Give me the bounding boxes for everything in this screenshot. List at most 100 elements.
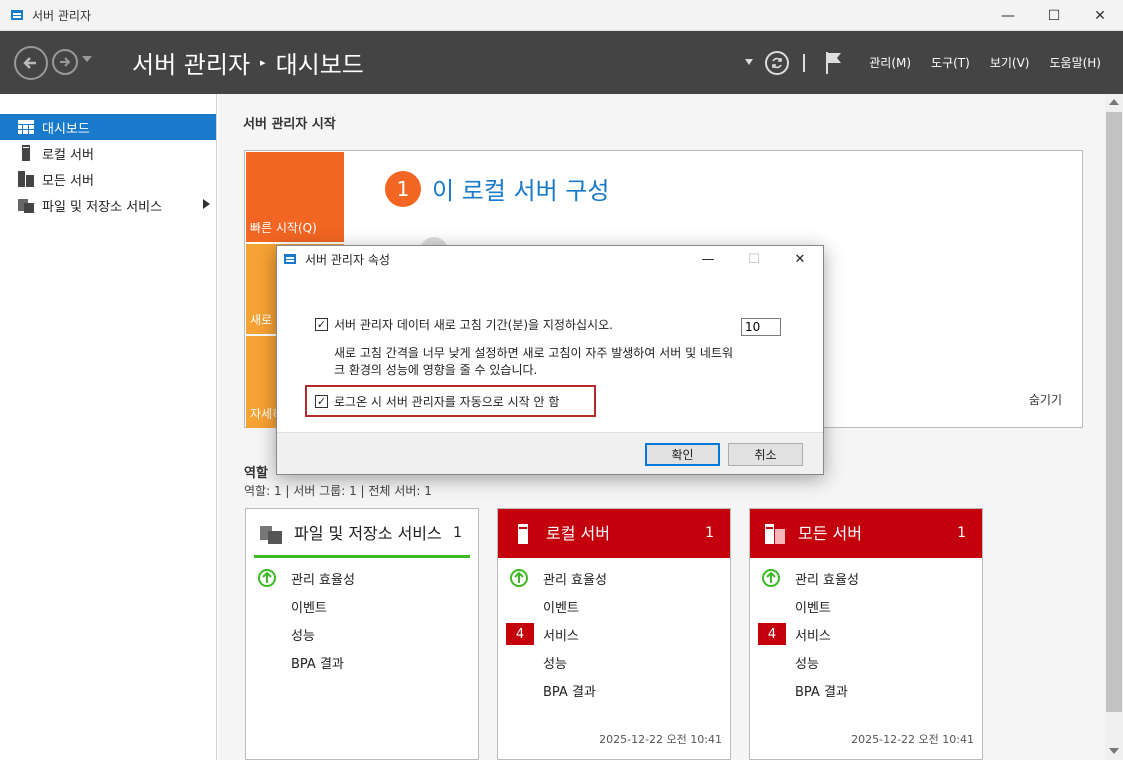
status-ok-icon: [258, 569, 276, 587]
configure-local-server-link[interactable]: 이 로컬 서버 구성: [432, 171, 609, 206]
card-count: 1: [957, 525, 966, 541]
forward-button[interactable]: [52, 49, 78, 75]
refresh-period-label: 서버 관리자 데이터 새로 고침 기간(분)을 지정하십시오.: [334, 318, 613, 332]
sidebar-item-dashboard[interactable]: 대시보드: [0, 114, 216, 140]
dialog-body: ✓ 서버 관리자 데이터 새로 고침 기간(분)을 지정하십시오. 새로 고침 …: [277, 272, 823, 432]
whats-new-label: 새로: [250, 313, 273, 327]
refresh-period-option[interactable]: ✓ 서버 관리자 데이터 새로 고침 기간(분)을 지정하십시오.: [315, 316, 613, 333]
roles-stats: 역할: 1 | 서버 그룹: 1 | 전체 서버: 1: [244, 484, 432, 498]
server-card-local-server[interactable]: 로컬 서버 1 관리 효율성 이벤트 4 서비스 성능 BPA 결과 2025-…: [497, 508, 731, 760]
status-ok-icon: [762, 569, 780, 587]
menu-manage[interactable]: 관리(M): [869, 54, 911, 71]
refresh-description: 새로 고침 간격을 너무 낮게 설정하면 새로 고침이 자주 발생하여 서버 및…: [334, 346, 734, 377]
card-row-label: 서비스: [543, 628, 579, 644]
close-button[interactable]: ✕: [1077, 0, 1123, 31]
card-row-label: BPA 결과: [543, 684, 596, 700]
properties-dialog: 서버 관리자 속성 — ☐ ✕ ✓ 서버 관리자 데이터 새로 고침 기간(분)…: [276, 245, 824, 475]
expand-arrow-icon[interactable]: [203, 198, 210, 212]
card-header[interactable]: 파일 및 저장소 서비스 1: [246, 509, 478, 558]
card-row-bpa[interactable]: BPA 결과: [246, 648, 478, 676]
server-icon: [18, 145, 34, 161]
card-row-label: 관리 효율성: [543, 572, 607, 588]
card-rows: 관리 효율성 이벤트 4 서비스 성능 BPA 결과: [750, 558, 982, 704]
card-row-label: 성능: [795, 656, 819, 672]
no-autostart-option[interactable]: ✓ 로그온 시 서버 관리자를 자동으로 시작 안 함: [315, 393, 559, 410]
card-row-manageability[interactable]: 관리 효율성: [750, 564, 982, 592]
ok-button[interactable]: 확인: [645, 443, 720, 466]
scroll-up-icon[interactable]: [1109, 98, 1119, 107]
servers-icon: [764, 523, 786, 545]
sidebar-item-all-servers[interactable]: 모든 서버: [0, 166, 216, 192]
refresh-icon: [772, 57, 783, 68]
card-row-events[interactable]: 이벤트: [750, 592, 982, 620]
card-row-performance[interactable]: 성능: [246, 620, 478, 648]
card-row-services[interactable]: 4 서비스: [498, 620, 730, 648]
menu-view[interactable]: 보기(V): [990, 54, 1030, 71]
card-header[interactable]: 모든 서버 1: [750, 509, 982, 558]
menu-help[interactable]: 도움말(H): [1049, 54, 1101, 71]
refresh-period-checkbox[interactable]: ✓: [315, 318, 328, 331]
card-count: 1: [453, 525, 462, 541]
card-status-bar: [254, 555, 470, 558]
menu-tools[interactable]: 도구(T): [931, 54, 970, 71]
dialog-close-button[interactable]: ✕: [777, 246, 823, 272]
server-icon: [512, 523, 534, 545]
server-manager-app-icon: [11, 10, 23, 20]
card-row-performance[interactable]: 성능: [498, 648, 730, 676]
refresh-dropdown[interactable]: [745, 57, 754, 68]
dashboard-icon: [18, 119, 34, 135]
card-row-events[interactable]: 이벤트: [498, 592, 730, 620]
cancel-button[interactable]: 취소: [728, 443, 803, 466]
scroll-thumb[interactable]: [1106, 112, 1122, 712]
welcome-section-title: 서버 관리자 시작: [243, 117, 336, 132]
dialog-titlebar: 서버 관리자 속성 — ☐ ✕: [277, 246, 823, 272]
card-row-events[interactable]: 이벤트: [246, 592, 478, 620]
arrow-left-icon: [23, 57, 36, 69]
card-header[interactable]: 로컬 서버 1: [498, 509, 730, 558]
maximize-button[interactable]: ☐: [1031, 0, 1077, 31]
dialog-minimize-button[interactable]: —: [685, 246, 731, 272]
quick-start-label: 빠른 시작(Q): [250, 221, 317, 235]
card-timestamp: 2025-12-22 오전 10:41: [599, 733, 722, 746]
dialog-title: 서버 관리자 속성: [305, 252, 390, 267]
sidebar-item-label: 파일 및 저장소 서비스: [42, 199, 163, 215]
storage-icon: [18, 197, 34, 213]
storage-icon: [260, 523, 282, 545]
card-row-manageability[interactable]: 관리 효율성: [246, 564, 478, 592]
breadcrumb-root[interactable]: 서버 관리자: [132, 45, 250, 80]
card-row-performance[interactable]: 성능: [750, 648, 982, 676]
card-row-manageability[interactable]: 관리 효율성: [498, 564, 730, 592]
no-autostart-label: 로그온 시 서버 관리자를 자동으로 시작 안 함: [334, 395, 560, 409]
sidebar-item-local-server[interactable]: 로컬 서버: [0, 140, 216, 166]
card-row-label: BPA 결과: [795, 684, 848, 700]
back-button[interactable]: [14, 46, 48, 80]
card-row-bpa[interactable]: BPA 결과: [750, 676, 982, 704]
step-number-badge: 1: [385, 171, 421, 207]
card-row-services[interactable]: 4 서비스: [750, 620, 982, 648]
refresh-period-input[interactable]: [741, 318, 781, 336]
history-dropdown[interactable]: [82, 53, 92, 66]
app-header: 서버 관리자 ▸ 대시보드 관리(M) 도구(T) 보기(V) 도움말(H): [0, 31, 1123, 94]
minimize-button[interactable]: —: [985, 0, 1031, 31]
alert-count-badge: 4: [506, 623, 534, 645]
breadcrumb-current: 대시보드: [275, 51, 364, 79]
server-card-all-servers[interactable]: 모든 서버 1 관리 효율성 이벤트 4 서비스 성능 BPA 결과 2025-…: [749, 508, 983, 760]
hide-welcome-link[interactable]: 숨기기: [1029, 391, 1062, 408]
header-tools: 관리(M) 도구(T) 보기(V) 도움말(H): [745, 31, 1123, 94]
main-scrollbar[interactable]: [1105, 94, 1123, 760]
server-card-file-storage[interactable]: 파일 및 저장소 서비스 1 관리 효율성 이벤트 성능 BPA 결과: [245, 508, 479, 760]
dialog-maximize-button: ☐: [748, 251, 760, 267]
sidebar-item-file-storage[interactable]: 파일 및 저장소 서비스: [0, 192, 216, 218]
chevron-down-icon: [82, 56, 92, 62]
dialog-footer: 확인 취소: [277, 432, 823, 474]
scroll-down-icon[interactable]: [1109, 747, 1119, 756]
notification-flag-icon[interactable]: [825, 51, 843, 75]
breadcrumb-separator: ▸: [260, 56, 266, 69]
card-row-bpa[interactable]: BPA 결과: [498, 676, 730, 704]
card-title: 모든 서버: [798, 523, 862, 543]
quick-start-tile[interactable]: 빠른 시작(Q): [246, 152, 344, 242]
refresh-button[interactable]: [765, 50, 790, 75]
card-row-label: BPA 결과: [291, 656, 344, 672]
no-autostart-checkbox[interactable]: ✓: [315, 395, 328, 408]
card-rows: 관리 효율성 이벤트 성능 BPA 결과: [246, 558, 478, 676]
